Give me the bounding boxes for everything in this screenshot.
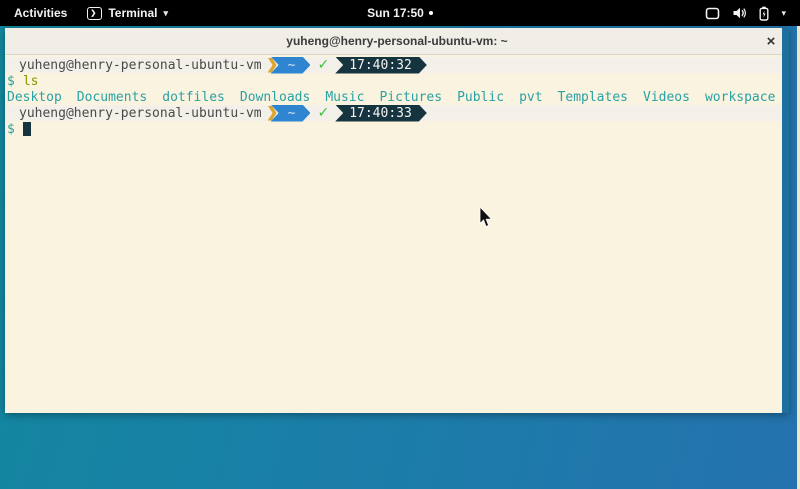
notification-dot-icon xyxy=(429,11,433,15)
terminal-app-icon: ❯ xyxy=(87,7,102,20)
terminal-prompt-glyph: ❯ xyxy=(90,10,96,17)
time-segment: 17:40:32 xyxy=(335,57,427,74)
terminal-window: yuheng@henry-personal-ubuntu-vm: ~ × yuh… xyxy=(5,28,789,413)
battery-charging-icon xyxy=(759,6,769,21)
system-status-menu[interactable]: ▾ xyxy=(697,0,794,26)
dir-entry: Templates xyxy=(558,90,628,105)
ls-output-line: Desktop Documents dotfiles Downloads Mus… xyxy=(5,89,789,105)
volume-icon xyxy=(732,6,747,20)
dir-entry: Pictures xyxy=(379,90,442,105)
prompt-line-2: yuheng@henry-personal-ubuntu-vm ~ ✓ 17:4… xyxy=(5,105,789,121)
cwd-label: ~ xyxy=(288,58,296,73)
text-cursor xyxy=(23,122,31,136)
close-icon[interactable]: × xyxy=(761,31,781,51)
window-titlebar[interactable]: yuheng@henry-personal-ubuntu-vm: ~ × xyxy=(5,28,789,55)
dir-entry: Music xyxy=(325,90,364,105)
clock-label: Sun 17:50 xyxy=(367,6,424,20)
prompt-user-host: yuheng@henry-personal-ubuntu-vm xyxy=(19,106,262,121)
app-menu-label: Terminal xyxy=(108,6,157,20)
prompt-symbol: $ xyxy=(7,74,15,89)
dir-entry: Videos xyxy=(643,90,690,105)
prompt-line-1: yuheng@henry-personal-ubuntu-vm ~ ✓ 17:4… xyxy=(5,57,789,73)
chevron-down-icon: ▾ xyxy=(781,8,786,19)
input-line[interactable]: $ xyxy=(5,121,789,137)
activities-button[interactable]: Activities xyxy=(10,6,71,20)
dir-entry: Public xyxy=(457,90,504,105)
time-label: 17:40:33 xyxy=(349,106,412,121)
screen-icon xyxy=(705,7,720,20)
mouse-cursor xyxy=(479,207,493,228)
time-segment: 17:40:33 xyxy=(335,105,427,122)
prompt-symbol: $ xyxy=(7,122,15,137)
status-check-icon: ✓ xyxy=(317,57,329,73)
scrollbar[interactable] xyxy=(782,28,789,413)
time-label: 17:40:32 xyxy=(349,58,412,73)
dir-entry: Documents xyxy=(77,90,147,105)
dir-entry: Downloads xyxy=(240,90,310,105)
prompt-user-host: yuheng@henry-personal-ubuntu-vm xyxy=(19,58,262,73)
top-bar: Activities ❯ Terminal ▾ Sun 17:50 ▾ xyxy=(0,0,800,26)
status-check-icon: ✓ xyxy=(317,105,329,121)
terminal-content[interactable]: yuheng@henry-personal-ubuntu-vm ~ ✓ 17:4… xyxy=(5,55,789,413)
cwd-label: ~ xyxy=(288,106,296,121)
dir-entry: workspace xyxy=(705,90,775,105)
command-text: ls xyxy=(23,74,39,89)
command-line: $ ls xyxy=(5,73,789,89)
dir-entry: Desktop xyxy=(7,90,62,105)
window-title: yuheng@henry-personal-ubuntu-vm: ~ xyxy=(286,34,507,48)
top-bar-left: Activities ❯ Terminal ▾ xyxy=(0,6,168,20)
dropdown-arrow-icon: ▾ xyxy=(163,8,168,19)
app-menu-button[interactable]: ❯ Terminal ▾ xyxy=(87,6,168,20)
dir-entry: dotfiles xyxy=(162,90,225,105)
dir-entry: pvt xyxy=(519,90,542,105)
